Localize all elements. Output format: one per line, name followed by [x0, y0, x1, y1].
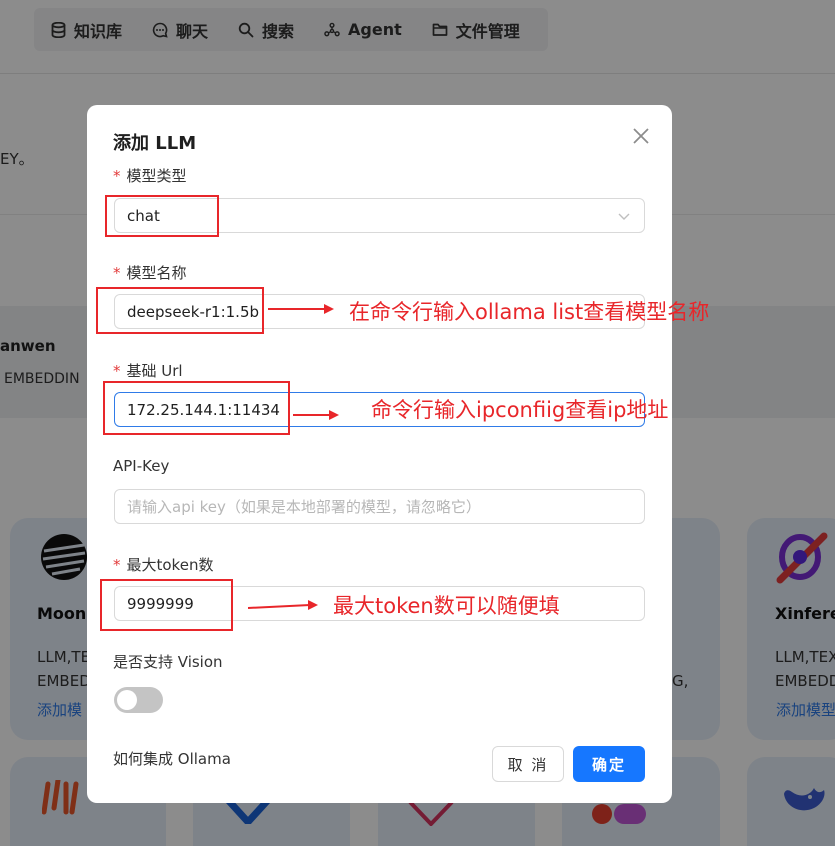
chevron-down-icon — [618, 213, 630, 220]
annotation-arrow-icon — [293, 410, 339, 420]
required-marker: * — [113, 556, 121, 574]
annotation-max-tokens: 最大token数可以随便填 — [333, 594, 560, 618]
close-button[interactable] — [630, 125, 652, 147]
annotation-base-url: 命令行输入ipconfiig查看ip地址 — [371, 398, 669, 422]
vision-label: 是否支持 Vision — [113, 653, 223, 671]
model-type-label-text: 模型类型 — [126, 167, 187, 185]
cancel-button[interactable]: 取 消 — [492, 746, 564, 782]
annotation-box-max-tokens — [100, 579, 233, 631]
ollama-help-link[interactable]: 如何集成 Ollama — [113, 748, 231, 769]
toggle-knob — [117, 690, 137, 710]
annotation-arrow-icon — [268, 304, 334, 314]
model-name-label-text: 模型名称 — [126, 264, 187, 282]
max-tokens-label: * 最大token数 — [113, 554, 213, 575]
required-marker: * — [113, 167, 121, 185]
api-key-label: API-Key — [113, 457, 170, 475]
annotation-box-base-url — [103, 381, 290, 435]
api-key-input[interactable] — [114, 489, 645, 524]
annotation-model-name: 在命令行输入ollama list查看模型名称 — [349, 300, 710, 324]
base-url-label: * 基础 Url — [113, 360, 183, 381]
confirm-button[interactable]: 确定 — [573, 746, 645, 782]
model-type-label: * 模型类型 — [113, 165, 187, 186]
base-url-label-text: 基础 Url — [126, 362, 183, 380]
required-marker: * — [113, 362, 121, 380]
model-name-label: * 模型名称 — [113, 262, 187, 283]
annotation-box-model-name — [96, 287, 264, 334]
close-icon — [633, 128, 649, 144]
vision-toggle[interactable] — [114, 687, 163, 713]
annotation-box-model-type — [105, 195, 219, 237]
max-tokens-label-text: 最大token数 — [126, 556, 214, 574]
annotation-arrow-icon — [248, 600, 318, 610]
required-marker: * — [113, 264, 121, 282]
dialog-title: 添加 LLM — [113, 133, 197, 154]
